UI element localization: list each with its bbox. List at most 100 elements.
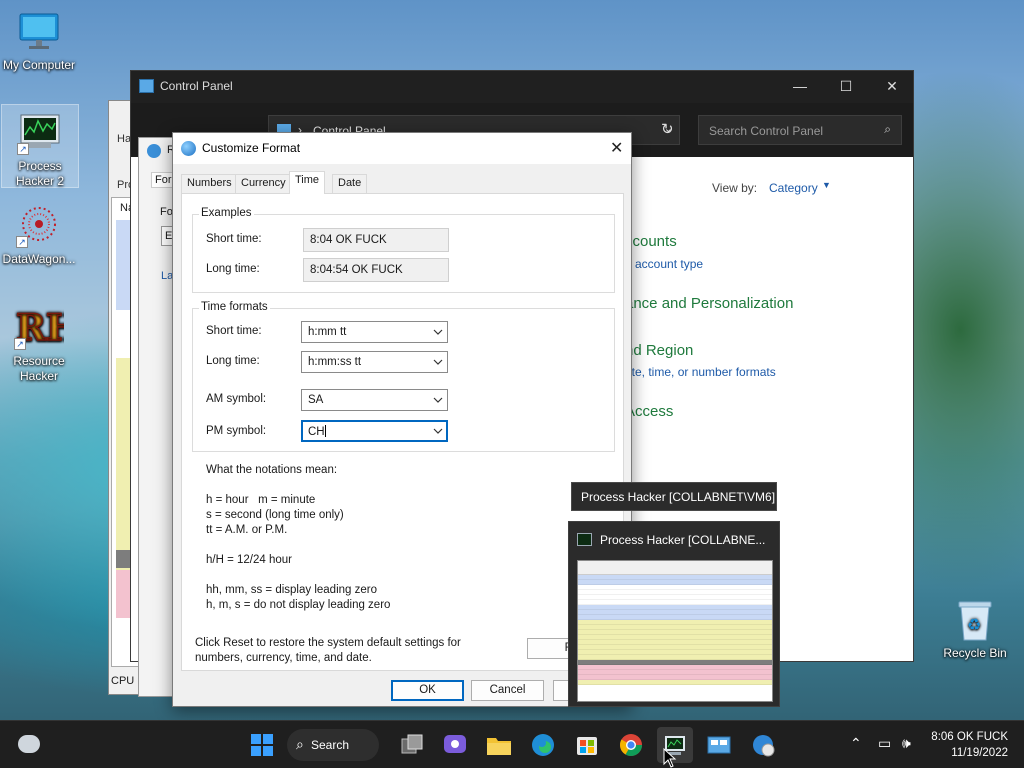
svg-text:♻: ♻ <box>967 617 981 634</box>
clock-date: 11/19/2022 <box>951 747 1008 759</box>
ok-button[interactable]: OK <box>391 680 464 701</box>
control-panel-icon <box>139 79 154 93</box>
desktop-icon-label: Resource Hacker <box>13 354 65 383</box>
view-by-dropdown[interactable]: Category <box>769 181 818 195</box>
taskbar-thumbnail[interactable]: Process Hacker [COLLABNE... <box>568 521 780 707</box>
desktop-icon-label: Process Hacker 2 <box>15 159 65 188</box>
time-formats-group-label: Time formats <box>199 301 270 313</box>
thumbnail-title: Process Hacker [COLLABNE... <box>600 533 766 547</box>
ph-menu-fragment: Ha <box>117 133 132 145</box>
chevron-down-icon[interactable] <box>433 326 443 338</box>
tab-date[interactable]: Date <box>332 174 368 193</box>
desktop-icon-recycle-bin[interactable]: ♻ Recycle Bin <box>936 598 1014 661</box>
time-formats-group: Time formats Short time: h:mm tt Long ti… <box>192 301 615 452</box>
process-hacker-icon: ↗ <box>17 109 63 155</box>
desktop-icon-label: Recycle Bin <box>943 646 1007 660</box>
refresh-icon[interactable]: ↻ <box>661 120 674 138</box>
datawagon-icon: ↗ <box>16 202 62 248</box>
close-icon[interactable]: ✕ <box>610 138 623 158</box>
example-short-time-field: 8:04 OK FUCK <box>303 228 449 252</box>
examples-group-label: Examples <box>199 207 254 219</box>
dialog-title: Customize Format <box>202 141 301 155</box>
close-button[interactable]: ✕ <box>869 71 915 101</box>
cp-category-appearance[interactable]: ance and Personalization <box>625 295 793 312</box>
shortcut-arrow-icon: ↗ <box>14 338 26 350</box>
pm-symbol-value: CH <box>308 426 325 438</box>
pm-symbol-label: PM symbol: <box>206 425 267 437</box>
am-symbol-label: AM symbol: <box>206 393 267 405</box>
taskbar-tooltip: Process Hacker [COLLABNET\VM6] <box>571 482 777 511</box>
search-icon: ⌕ <box>884 122 891 136</box>
task-view-icon[interactable] <box>394 727 430 763</box>
example-long-time-field: 8:04:54 OK FUCK <box>303 258 449 282</box>
taskbar: ⌕ Search ⌃ ▭ 🕪 8:06 OK FUCK 11/19/2022 <box>0 720 1024 768</box>
short-time-combo[interactable]: h:mm tt <box>301 321 448 343</box>
notation-line-2: s = second (long time only) <box>206 509 344 521</box>
taskbar-clock[interactable]: 8:06 OK FUCK 11/19/2022 <box>931 729 1008 761</box>
edge-icon[interactable] <box>525 727 561 763</box>
pm-symbol-combo[interactable]: CH <box>301 420 448 442</box>
desktop-icon-label: My Computer <box>2 58 76 72</box>
search-placeholder: Search Control Panel <box>709 124 824 138</box>
cancel-button-label: Cancel <box>489 684 526 696</box>
desktop-icon-my-computer[interactable]: My Computer <box>0 10 78 73</box>
chevron-down-icon[interactable] <box>433 356 443 368</box>
reset-note-line-1: Click Reset to restore the system defaul… <box>195 637 461 649</box>
desktop-icon-process-hacker[interactable]: ↗ Process Hacker 2 <box>1 104 79 188</box>
text-caret <box>324 425 326 437</box>
long-time-combo[interactable]: h:mm:ss tt <box>301 351 448 373</box>
taskbar-search-label: Search <box>311 738 350 752</box>
cp-category-accounts[interactable]: ccounts <box>625 233 677 250</box>
example-short-time-label: Short time: <box>206 233 262 245</box>
taskbar-search-button[interactable]: ⌕ Search <box>287 729 379 761</box>
chevron-down-icon[interactable] <box>433 394 443 406</box>
tab-numbers[interactable]: Numbers <box>181 174 238 193</box>
notation-heading: What the notations mean: <box>206 464 338 476</box>
globe-icon <box>181 141 196 156</box>
tab-time[interactable]: Time <box>289 171 326 194</box>
chevron-down-icon[interactable]: ▼ <box>822 180 831 190</box>
cf-titlebar[interactable]: Customize Format ✕ <box>173 133 631 164</box>
maximize-button[interactable]: ☐ <box>823 71 869 101</box>
am-symbol-value: SA <box>308 394 324 406</box>
cp-title: Control Panel <box>160 79 233 93</box>
chevron-up-icon[interactable]: ⌃ <box>850 735 862 752</box>
start-button[interactable] <box>244 727 280 763</box>
chevron-down-icon[interactable] <box>433 425 443 437</box>
minimize-button[interactable]: — <box>777 71 823 101</box>
cp-category-access[interactable]: Access <box>625 403 673 420</box>
weather-icon[interactable] <box>18 735 40 753</box>
view-by-label: View by: <box>712 181 758 195</box>
chrome-icon[interactable] <box>613 727 649 763</box>
region-taskbar-icon[interactable] <box>745 727 781 763</box>
store-icon[interactable] <box>569 727 605 763</box>
long-time-label: Long time: <box>206 355 260 367</box>
region-format-fragment: Fo <box>160 206 173 218</box>
volume-icon[interactable]: 🕪 <box>902 735 911 752</box>
region-icon <box>147 144 161 158</box>
tab-currency[interactable]: Currency <box>235 174 292 193</box>
long-time-value: h:mm:ss tt <box>308 356 362 368</box>
notation-line-3: tt = A.M. or P.M. <box>206 524 288 536</box>
short-time-label: Short time: <box>206 325 262 337</box>
search-input[interactable]: Search Control Panel ⌕ <box>698 115 902 145</box>
cp-link-account-type[interactable]: e account type <box>625 257 703 271</box>
network-icon[interactable]: ▭ <box>878 735 891 752</box>
cp-titlebar[interactable]: Control Panel — ☐ ✕ <box>131 71 913 103</box>
search-icon: ⌕ <box>296 736 304 752</box>
desktop-icon-resource-hacker[interactable]: RH ↗ Resource Hacker <box>0 302 80 384</box>
chat-icon[interactable] <box>437 727 473 763</box>
control-panel-taskbar-icon[interactable] <box>701 727 737 763</box>
desktop-icon-label: DataWagon... <box>2 252 76 266</box>
cancel-button[interactable]: Cancel <box>471 680 544 701</box>
am-symbol-combo[interactable]: SA <box>301 389 448 411</box>
shortcut-arrow-icon: ↗ <box>17 143 29 155</box>
shortcut-arrow-icon: ↗ <box>16 236 28 248</box>
customize-format-dialog[interactable]: Customize Format ✕ Numbers Currency Time… <box>172 132 632 707</box>
clock-time: 8:06 OK FUCK <box>931 731 1008 743</box>
cp-link-formats[interactable]: ate, time, or number formats <box>625 365 776 379</box>
notation-line-1: h = hour m = minute <box>206 494 316 506</box>
desktop-icon-datawagon[interactable]: ↗ DataWagon... <box>0 202 78 267</box>
file-explorer-icon[interactable] <box>481 727 517 763</box>
cp-category-region[interactable]: nd Region <box>625 342 693 359</box>
